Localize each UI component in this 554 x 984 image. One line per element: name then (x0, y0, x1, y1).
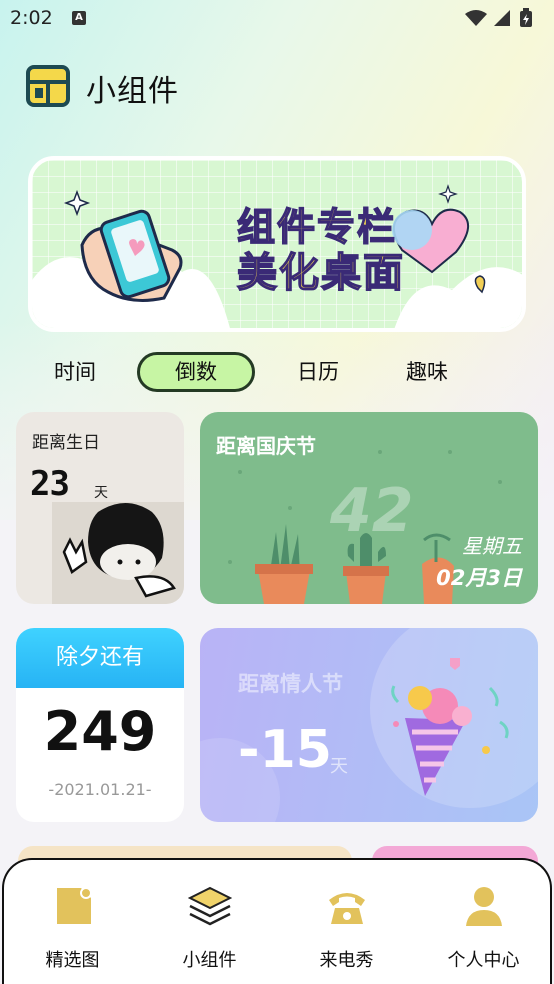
notification-icon: A (72, 11, 86, 25)
user-icon (466, 887, 502, 926)
banner-title-line2: 美化桌面 (236, 249, 405, 297)
page-header: 小组件 (26, 62, 326, 109)
nav-item-widgets[interactable]: 小组件 (141, 860, 278, 984)
nav-label: 精选图 (45, 950, 100, 971)
nav-label: 来电秀 (319, 950, 374, 971)
bottom-navigation: 精选图 小组件 来电秀 个人中心 (2, 858, 552, 984)
nav-label: 小组件 (182, 950, 237, 971)
nav-item-featured[interactable]: 精选图 (4, 860, 141, 984)
card-date: 02月3日 (436, 566, 522, 590)
card-weekday: 星期五 (462, 534, 522, 558)
widget-logo-icon (26, 65, 70, 107)
card-number: 42 (330, 476, 414, 546)
status-time: 2:02 (10, 7, 53, 29)
promo-banner[interactable]: 组件专栏 美化桌面 (28, 156, 526, 332)
battery-icon (520, 8, 532, 27)
tab-countdown[interactable]: 倒数 (137, 352, 255, 392)
tab-fun[interactable]: 趣味 (392, 352, 462, 392)
card-label: 距离国庆节 (216, 434, 316, 458)
status-bar: 2:02 A (0, 0, 554, 38)
card-number: 249 (43, 700, 157, 763)
category-tabs: 时间 倒数 日历 趣味 (0, 352, 554, 396)
card-unit: 天 (330, 756, 348, 777)
tab-calendar[interactable]: 日历 (283, 352, 353, 392)
valentine-countdown-card[interactable]: 距离情人节 -15 天 (200, 628, 538, 822)
national-day-countdown-card[interactable]: 距离国庆节 42 星期五 02月3日 (200, 412, 538, 604)
nav-item-call-show[interactable]: 来电秀 (278, 860, 415, 984)
wifi-icon (465, 10, 487, 26)
phone-icon (329, 893, 365, 924)
sparkle-icon (63, 189, 91, 217)
signal-icon (494, 10, 510, 26)
card-date: -2021.01.21- (48, 780, 152, 799)
new-year-eve-countdown-card[interactable]: 除夕还有 249 -2021.01.21- (16, 628, 184, 822)
featured-image-icon (57, 887, 92, 924)
card-label: 除夕还有 (16, 628, 184, 688)
widget-layers-icon (188, 886, 232, 926)
birthday-countdown-card[interactable]: 距离生日 23 天 (16, 412, 184, 604)
page-title: 小组件 (86, 74, 179, 109)
card-number: -15 (238, 720, 332, 780)
girl-peace-sign-illustration (52, 502, 184, 604)
nav-label: 个人中心 (447, 950, 520, 971)
card-label: 距离情人节 (238, 672, 343, 696)
tab-time[interactable]: 时间 (40, 352, 110, 392)
system-status-icons (465, 8, 532, 27)
nav-item-profile[interactable]: 个人中心 (415, 860, 552, 984)
